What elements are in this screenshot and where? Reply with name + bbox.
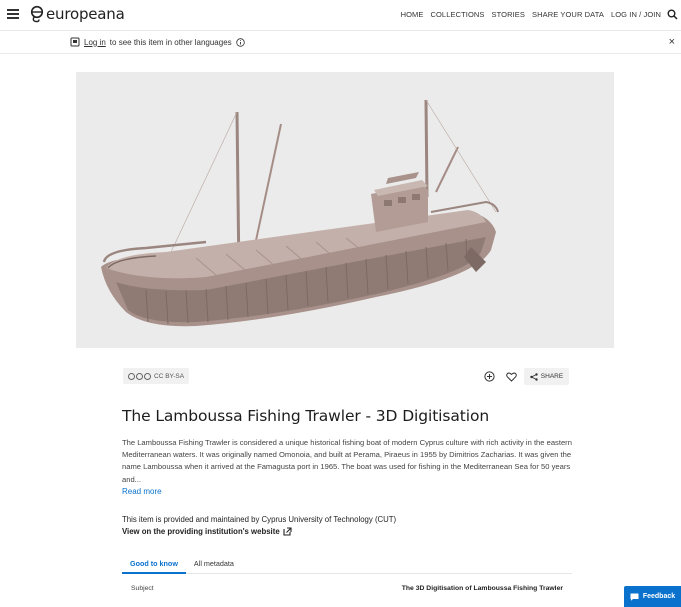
search-icon[interactable] [667, 9, 678, 20]
tab-all-metadata[interactable]: All metadata [186, 553, 242, 574]
metadata-tabs: Good to know All metadata [122, 553, 572, 574]
item-description: The Lamboussa Fishing Trawler is conside… [122, 438, 572, 484]
feedback-icon [630, 593, 639, 601]
share-icon [530, 372, 538, 381]
europeana-logo[interactable]: europeana [30, 5, 125, 23]
europeana-logo-icon [30, 5, 44, 23]
provider-website-link[interactable]: View on the providing institution's webs… [122, 527, 292, 536]
nav-home[interactable]: HOME [401, 10, 424, 19]
close-banner-button[interactable]: × [669, 36, 675, 48]
share-button[interactable]: SHARE [524, 368, 569, 385]
license-badge[interactable]: CC BY-SA [123, 368, 190, 384]
add-circle-icon [484, 371, 495, 382]
nav-login-join[interactable]: LOG IN / JOIN [611, 10, 661, 19]
login-link[interactable]: Log in [84, 38, 106, 47]
feedback-label: Feedback [642, 593, 676, 600]
cc-license-icons [128, 372, 151, 380]
logo-text: europeana [46, 5, 125, 23]
site-header: europeana HOME COLLECTIONS STORIES SHARE… [0, 0, 681, 31]
provider-link-label: View on the providing institution's webs… [122, 527, 280, 536]
metadata-label: Subject [131, 584, 154, 592]
trawler-3d-model [101, 99, 499, 327]
nav-collections[interactable]: COLLECTIONS [430, 10, 484, 19]
metadata-row: Subject The 3D Digitisation of Lamboussa… [122, 578, 572, 598]
info-icon[interactable] [235, 37, 245, 47]
item-title: The Lamboussa Fishing Trawler - 3D Digit… [122, 407, 490, 425]
metadata-value: The 3D Digitisation of Lamboussa Fishing… [401, 584, 563, 592]
nav-stories[interactable]: STORIES [492, 10, 526, 19]
provider-statement: This item is provided and maintained by … [122, 515, 397, 524]
main-nav: HOME COLLECTIONS STORIES SHARE YOUR DATA… [401, 10, 661, 19]
nav-share-your-data[interactable]: SHARE YOUR DATA [532, 10, 604, 19]
share-label: SHARE [540, 373, 564, 380]
heart-icon [506, 372, 517, 382]
language-banner: Log in to see this item in other languag… [0, 31, 681, 54]
read-more-link[interactable]: Read more [122, 487, 162, 496]
translate-icon [70, 37, 80, 47]
banner-message: to see this item in other languages [109, 37, 232, 47]
tab-good-to-know[interactable]: Good to know [122, 553, 186, 574]
feedback-button[interactable]: Feedback [624, 586, 681, 607]
add-to-gallery-button[interactable] [480, 368, 499, 385]
media-viewer-3d[interactable] [76, 72, 614, 348]
like-button[interactable] [502, 368, 521, 385]
license-label: CC BY-SA [154, 372, 185, 380]
menu-icon[interactable] [7, 9, 19, 21]
external-link-icon [283, 527, 292, 536]
